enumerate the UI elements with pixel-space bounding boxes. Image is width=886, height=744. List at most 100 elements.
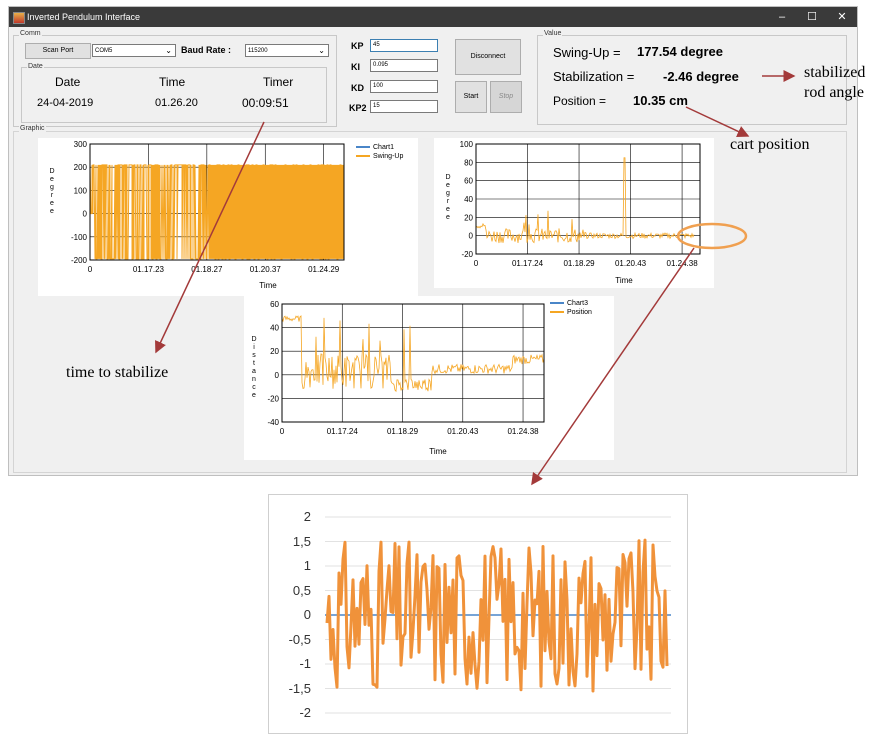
zoom-chart-y-tick: -1	[299, 656, 311, 671]
c2-y-tick: 100	[460, 140, 474, 149]
start-button[interactable]: Start	[455, 81, 487, 113]
kp-label: KP	[351, 41, 364, 51]
chart3-series-position	[281, 315, 545, 393]
annotation-cart-position: cart position	[730, 136, 810, 153]
c1-y-tick: -100	[71, 233, 88, 242]
c3-y-tick: 60	[270, 300, 279, 309]
swing-up-value: 177.54 degree	[637, 44, 724, 59]
zoom-chart-y-tick: -0,5	[288, 631, 311, 647]
chart3-legend-label: Chart3	[567, 300, 589, 307]
zoom-chart-y-tick: 1,5	[292, 533, 311, 549]
zoom-chart-y-tick: 1	[303, 558, 311, 573]
chevron-down-icon: ⌄	[318, 46, 325, 55]
chart3-legend-item: Chart3	[550, 300, 588, 307]
zoom-chart-svg	[325, 516, 671, 714]
disconnect-button[interactable]: Disconnect	[455, 39, 521, 75]
maximize-button[interactable]: ☐	[799, 10, 825, 24]
stabilization-label: Stabilization =	[553, 69, 635, 84]
chart1-x-label: Time	[259, 281, 277, 290]
c3-x-tick: 01.18.29	[387, 427, 419, 436]
c2-x-tick: 0	[474, 259, 479, 268]
app-icon	[13, 12, 25, 24]
stabilization-value: -2.46 degree	[663, 69, 739, 84]
chart1-y-label: Degree	[49, 168, 55, 215]
window-title: Inverted Pendulum Interface	[27, 12, 141, 22]
annotation-time-to-stabilize: time to stabilize	[66, 364, 169, 381]
zoom-chart-y-tick: 0	[303, 607, 311, 622]
c2-y-tick: 40	[464, 195, 473, 204]
date-group-label: Date	[27, 63, 44, 70]
baud-rate-value: 115200	[248, 48, 268, 54]
kp2-label: KP2	[349, 103, 367, 113]
swing-up-label: Swing-Up =	[553, 45, 621, 60]
chart1-legend-item: Chart1	[356, 144, 394, 151]
c1-x-tick: 01.24.29	[308, 265, 340, 274]
c2-x-tick: 01.18.29	[563, 259, 595, 268]
kd-input[interactable]: 100	[370, 80, 438, 93]
kp2-input[interactable]: 15	[370, 100, 438, 113]
chart1-svg: 300 200 100 0 -100 -200 0 01.17.23 01.18.27 01.2…	[71, 140, 345, 290]
date-header: Date	[55, 75, 81, 89]
chart1-swing-up-line	[89, 164, 345, 260]
chart3-y-label: Distance	[251, 336, 257, 399]
zoom-chart-y-tick: 2	[303, 509, 311, 524]
c3-x-tick: 01.17.24	[327, 427, 359, 436]
c1-x-tick: 0	[88, 265, 93, 274]
ki-input[interactable]: 0.095	[370, 59, 438, 72]
c1-y-tick: 100	[74, 186, 88, 195]
c3-y-tick: -40	[267, 418, 279, 427]
date-value: 24-04-2019	[37, 97, 94, 109]
chart3-legend-item: Position	[550, 309, 592, 316]
c3-y-tick: 20	[270, 347, 279, 356]
c2-y-tick: -20	[461, 250, 473, 259]
time-value: 01.26.20	[155, 97, 198, 109]
c3-x-tick: 01.20.43	[447, 427, 479, 436]
port-select-value: COM5	[95, 48, 113, 54]
c3-y-tick: 0	[275, 371, 280, 380]
chart3-panel: 60 40 20 0 -20 -40 0 01.17.24 01.18.29 01.20.43 0…	[244, 296, 614, 460]
baud-rate-select[interactable]: 115200 ⌄	[245, 44, 329, 57]
minimize-button[interactable]: –	[769, 10, 795, 24]
zoom-chart-y-tick: 0,5	[292, 582, 311, 598]
c1-y-tick: 0	[83, 210, 88, 219]
chart3-svg: 60 40 20 0 -20 -40 0 01.17.24 01.18.29 01.20.43 0…	[267, 300, 545, 456]
comm-group-label: Comm	[19, 30, 42, 37]
c2-y-tick: 20	[464, 213, 473, 222]
chart1-panel: 300 200 100 0 -100 -200 0 01.17.23 01.18.27 01.2…	[38, 138, 418, 296]
zoomed-stabilization-chart: 2 1,5 1 0,5 0 -0,5 -1 -1,5 -2	[268, 494, 688, 734]
annotation-rod-angle: rod angle	[804, 84, 864, 101]
position-value: 10.35 cm	[633, 93, 688, 108]
close-button[interactable]: ✕	[829, 10, 855, 24]
c2-x-tick: 01.24.38	[667, 259, 699, 268]
timer-value: 00:09:51	[242, 96, 289, 110]
chart1-legend-label: Chart1	[373, 144, 395, 151]
c1-y-tick: 200	[74, 163, 88, 172]
kd-label: KD	[351, 83, 364, 93]
graphic-group-label: Graphic	[19, 125, 46, 132]
annotation-stabilized: stabilized	[804, 64, 866, 81]
port-select[interactable]: COM5 ⌄	[92, 44, 176, 57]
c1-x-tick: 01.17.23	[133, 265, 165, 274]
ki-label: KI	[351, 62, 360, 72]
stop-button[interactable]: Stop	[490, 81, 522, 113]
timer-header: Timer	[263, 75, 294, 89]
c2-y-tick: 60	[464, 177, 473, 186]
c1-y-tick: 300	[74, 140, 88, 149]
chart2-svg: 100806040200-20 0 01.17.24 01.18.29 01.20.4…	[460, 140, 701, 285]
c1-x-tick: 01.20.37	[250, 265, 282, 274]
chart2-panel: 100 80 60 40 20 0 -20 0 01.17.24 01.18.29 01.20.4…	[434, 138, 714, 288]
scan-port-button[interactable]: Scan Port	[25, 43, 91, 59]
chart2-x-label: Time	[615, 276, 633, 285]
c2-x-tick: 01.20.43	[615, 259, 647, 268]
title-bar: Inverted Pendulum Interface – ☐ ✕	[9, 7, 857, 27]
c3-x-tick: 0	[280, 427, 285, 436]
chart3-position-line	[281, 315, 545, 393]
chart2-y-label: Degree	[445, 174, 451, 221]
position-label: Position =	[553, 94, 607, 108]
zoom-chart-y-tick: -1,5	[288, 680, 311, 696]
chart1-legend-item: Swing-Up	[356, 153, 403, 160]
c1-y-tick: -200	[71, 256, 88, 265]
kp-input[interactable]: 45	[370, 39, 438, 52]
c3-y-tick: -20	[267, 394, 279, 403]
chart1-legend-label: Swing-Up	[373, 153, 404, 160]
